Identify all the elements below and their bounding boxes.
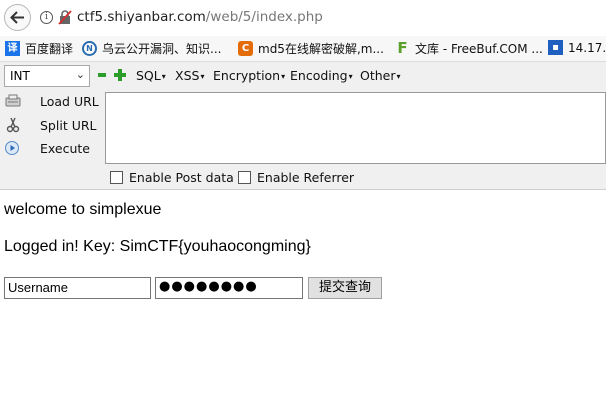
checkbox-label: Enable Post data	[129, 170, 234, 185]
decrement-icon[interactable]	[98, 73, 106, 77]
back-arrow-icon	[10, 11, 24, 24]
menu-encryption[interactable]: Encryption▾	[213, 68, 285, 83]
url-path: /web/5/index.php	[205, 9, 323, 25]
dropdown-arrow-icon: ▾	[161, 72, 166, 81]
url-host: ctf5.shiyanbar.com	[77, 9, 206, 25]
enable-post-data-checkbox[interactable]: Enable Post data	[110, 170, 234, 185]
dropdown-arrow-icon: ▾	[281, 72, 286, 81]
url-field[interactable]: ctf5.shiyanbar.com/web/5/index.php	[77, 9, 323, 25]
bookmark-label: 14.17.	[568, 40, 606, 55]
page-content: welcome to simplexue Logged in! Key: Sim…	[0, 191, 606, 410]
dropdown-arrow-icon: ▾	[348, 72, 353, 81]
split-url-button[interactable]: Split URL	[4, 117, 97, 133]
menu-encoding[interactable]: Encoding▾	[290, 68, 353, 83]
load-url-button[interactable]: Load URL	[4, 93, 99, 109]
bookmark-label: md5在线解密破解,m...	[258, 42, 384, 56]
menu-xss[interactable]: XSS▾	[175, 68, 204, 83]
scissors-icon	[6, 117, 20, 133]
insecure-lock-icon[interactable]	[58, 10, 72, 25]
welcome-text: welcome to simplexue	[4, 201, 162, 218]
url-textarea[interactable]	[105, 92, 606, 164]
chevron-down-icon: ⌄	[75, 68, 85, 81]
password-input[interactable]: ●●●●●●●●	[155, 277, 303, 299]
menu-sql[interactable]: SQL▾	[136, 68, 166, 83]
wooyun-icon: N	[82, 41, 97, 56]
translate-icon: 译	[5, 41, 20, 56]
play-icon	[5, 141, 19, 155]
bookmark-item[interactable]: ▪ 14.17.	[548, 40, 606, 55]
load-url-icon	[5, 94, 21, 107]
int-type-select[interactable]: INT ⌄	[4, 65, 90, 87]
checkbox-box[interactable]	[110, 171, 123, 184]
dropdown-arrow-icon: ▾	[200, 72, 205, 81]
menu-other[interactable]: Other▾	[360, 68, 401, 83]
address-bar: i ctf5.shiyanbar.com/web/5/index.php	[0, 0, 606, 36]
menu-label: Encryption	[213, 68, 281, 83]
menu-label: Encoding	[290, 68, 348, 83]
submit-query-button[interactable]: 提交查询	[308, 277, 382, 299]
execute-button[interactable]: Execute	[4, 140, 90, 156]
menu-label: Other	[360, 68, 396, 83]
bookmark-item[interactable]: 译 百度翻译	[5, 40, 73, 57]
bookmark-item[interactable]: C md5在线解密破解,m...	[238, 40, 384, 57]
bookmark-label: 乌云公开漏洞、知识...	[102, 42, 222, 56]
login-key-text: Logged in! Key: SimCTF{youhaocongming}	[4, 238, 311, 255]
bookmark-label: 百度翻译	[25, 42, 74, 56]
bookmark-item[interactable]: N 乌云公开漏洞、知识...	[82, 40, 221, 57]
cmd5-icon: C	[238, 41, 253, 56]
menu-label: XSS	[175, 68, 200, 83]
increment-icon[interactable]	[114, 69, 126, 81]
select-value: INT	[10, 69, 30, 83]
bookmark-label: 文库 - FreeBuf.COM ...	[415, 42, 543, 56]
dropdown-arrow-icon: ▾	[396, 72, 401, 81]
split-url-label: Split URL	[40, 117, 97, 133]
execute-label: Execute	[40, 140, 90, 156]
bookmarks-bar: 译 百度翻译 N 乌云公开漏洞、知识... C md5在线解密破解,m... F…	[0, 36, 606, 62]
menu-label: SQL	[136, 68, 161, 83]
checkbox-label: Enable Referrer	[257, 170, 355, 185]
enable-referrer-checkbox[interactable]: Enable Referrer	[238, 170, 354, 185]
bookmark-item[interactable]: F 文库 - FreeBuf.COM ...	[395, 40, 543, 57]
load-url-label: Load URL	[40, 93, 99, 109]
username-input[interactable]: Username	[4, 277, 151, 299]
site-info-icon[interactable]: i	[40, 11, 53, 24]
freebuf-icon: F	[397, 39, 408, 57]
bookmark-icon: ▪	[548, 40, 563, 55]
checkbox-box[interactable]	[238, 171, 251, 184]
hackbar-panel: INT ⌄ SQL▾ XSS▾ Encryption▾ Encoding▾ Ot…	[0, 62, 606, 190]
back-button[interactable]	[4, 4, 31, 31]
